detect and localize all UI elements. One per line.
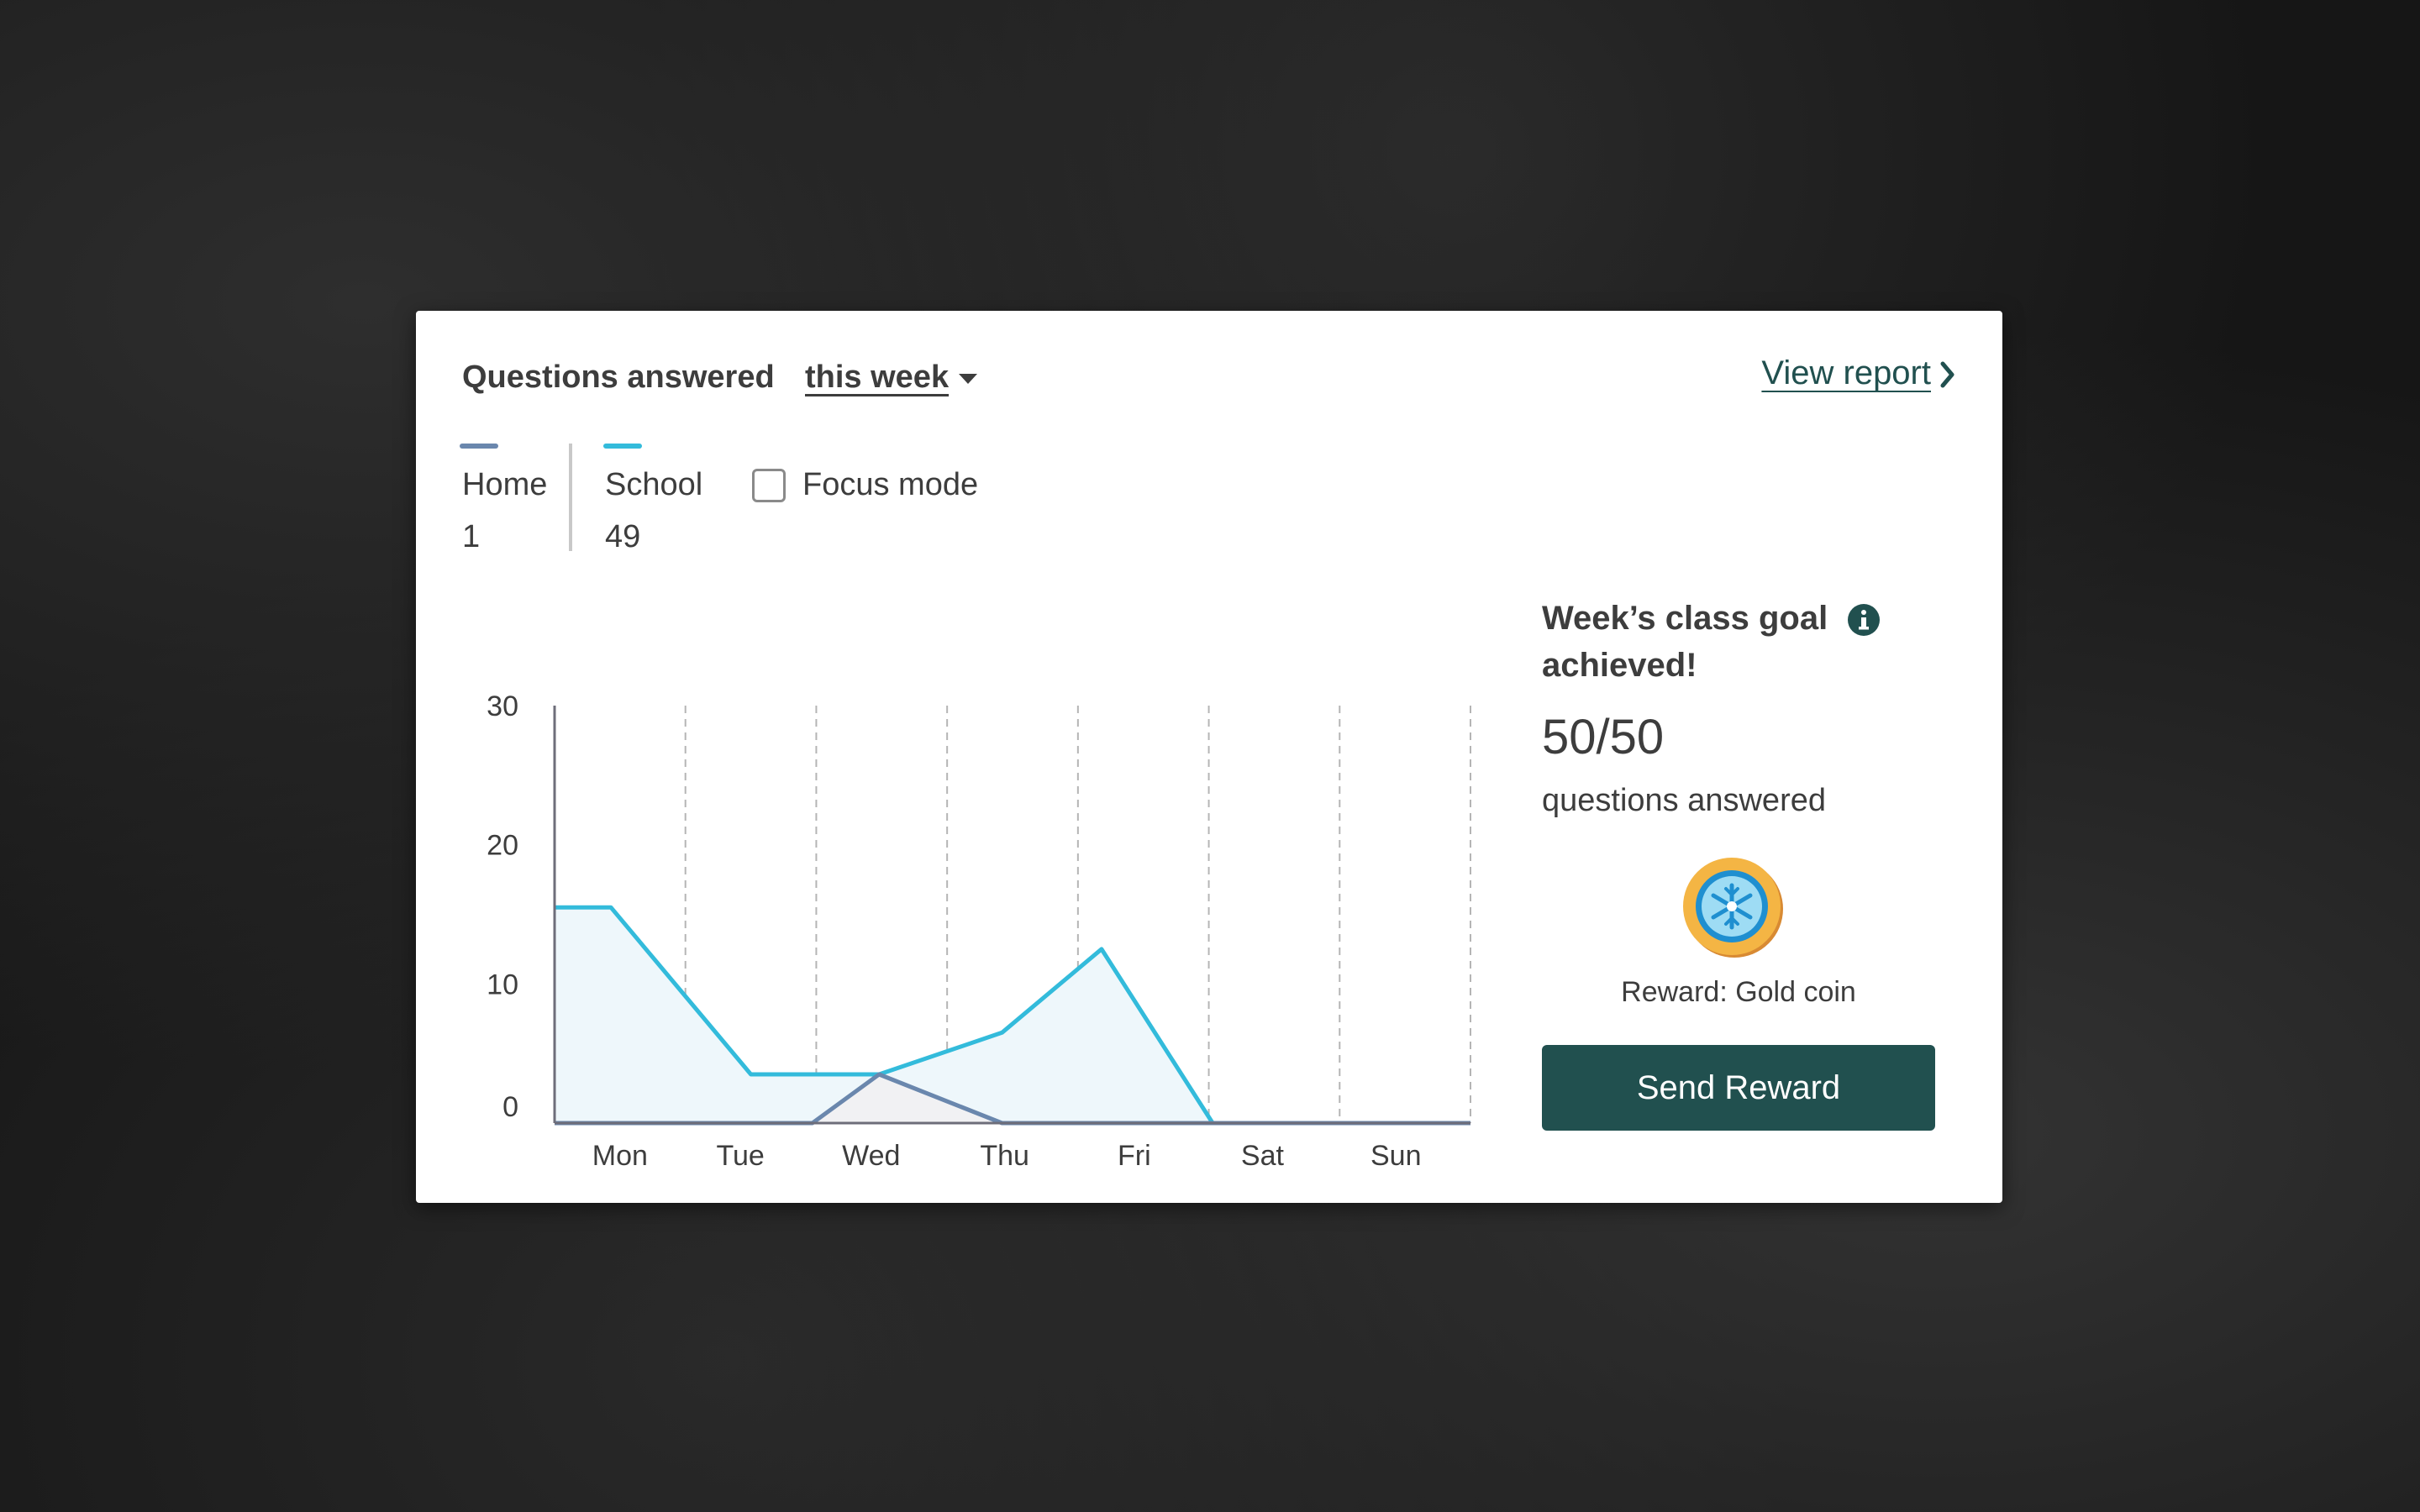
- goal-caption: questions answered: [1542, 783, 1826, 818]
- home-legend-swatch: [460, 444, 498, 449]
- view-report-label: View report: [1761, 354, 1931, 391]
- period-dropdown[interactable]: this week: [805, 360, 978, 396]
- y-tick-label: 20: [487, 830, 518, 862]
- focus-mode-toggle[interactable]: Focus mode: [752, 467, 978, 503]
- x-tick-label: Wed: [842, 1140, 900, 1168]
- home-legend-value: 1: [462, 519, 481, 554]
- x-tick-label: Sun: [1370, 1140, 1422, 1168]
- view-report-link[interactable]: View report: [1761, 354, 1956, 392]
- chevron-right-icon: [1940, 361, 1954, 388]
- x-tick-label: Thu: [980, 1140, 1029, 1168]
- y-tick-label: 10: [487, 969, 518, 1000]
- school-legend-label: School: [605, 467, 703, 502]
- home-legend-label: Home: [462, 467, 548, 502]
- school-area: [555, 907, 1470, 1123]
- x-tick-label: Tue: [716, 1140, 764, 1168]
- info-icon[interactable]: [1847, 603, 1881, 637]
- chart-areas: [555, 907, 1470, 1123]
- y-tick-label: 30: [487, 690, 518, 722]
- legend-divider: [569, 444, 572, 551]
- reward-text: Reward: Gold coin: [1621, 976, 1856, 1008]
- focus-mode-label: Focus mode: [802, 467, 979, 502]
- x-tick-label: Mon: [592, 1140, 648, 1168]
- questions-chart: 0 10 20 30 Mon Tue Wed Thu Fri Sat Sun: [487, 690, 1471, 1168]
- x-tick-labels: Mon Tue Wed Thu Fri Sat Sun: [592, 1140, 1422, 1168]
- focus-mode-checkbox[interactable]: [752, 468, 786, 502]
- school-legend-swatch: [603, 444, 642, 449]
- school-legend-value: 49: [605, 519, 641, 554]
- x-tick-label: Fri: [1118, 1140, 1151, 1168]
- y-tick-label: 0: [502, 1091, 518, 1123]
- x-tick-label: Sat: [1241, 1140, 1285, 1168]
- y-tick-labels: 0 10 20 30: [487, 690, 518, 1123]
- questions-answered-card: Questions answered this week View report…: [416, 311, 2002, 1203]
- card-title: Questions answered: [462, 360, 775, 395]
- gold-coin-icon: [1683, 858, 1783, 958]
- send-reward-button[interactable]: Send Reward: [1542, 1045, 1935, 1131]
- goal-score: 50/50: [1542, 710, 1665, 764]
- period-dropdown-label: this week: [805, 360, 950, 395]
- caret-down-icon: [959, 373, 978, 384]
